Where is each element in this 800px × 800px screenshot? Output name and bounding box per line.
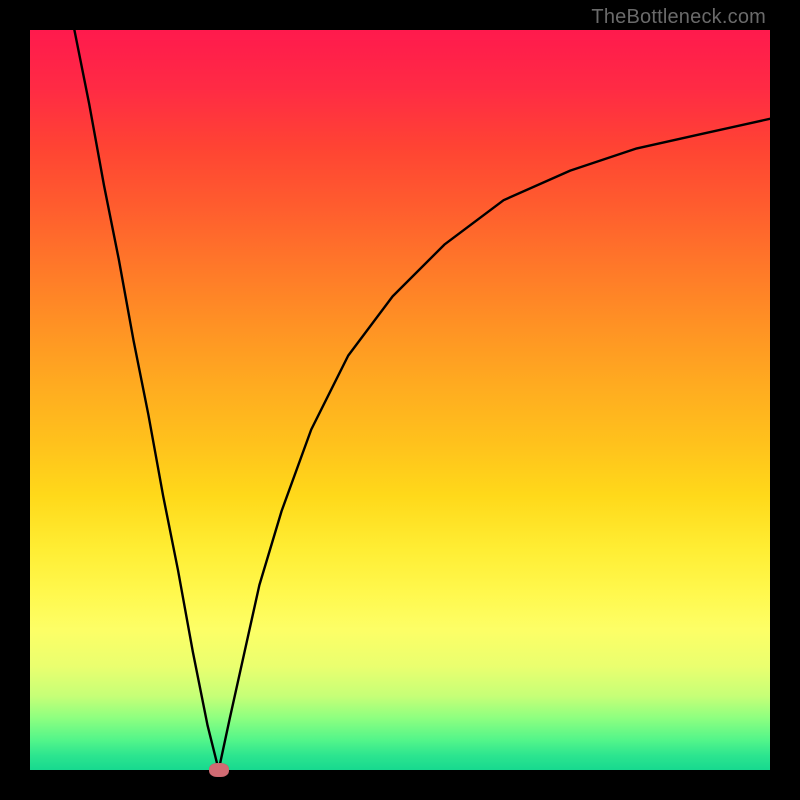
plot-area: [30, 30, 770, 770]
chart-frame: TheBottleneck.com: [0, 0, 800, 800]
watermark-text: TheBottleneck.com: [591, 6, 766, 29]
bottleneck-curve: [30, 30, 770, 770]
curve-path: [74, 30, 770, 770]
minimum-marker: [209, 763, 229, 777]
